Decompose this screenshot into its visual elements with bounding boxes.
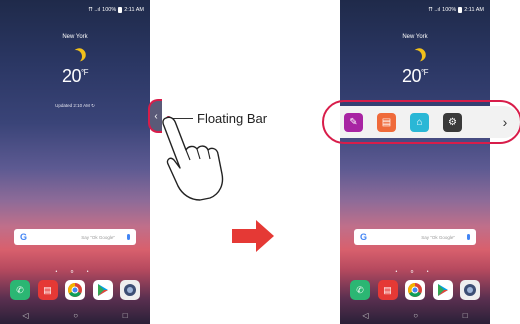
- floating-bar-highlight: [322, 100, 520, 144]
- weather-city: New York: [402, 34, 428, 40]
- moon-icon: [408, 49, 423, 64]
- camera-icon[interactable]: [120, 280, 140, 300]
- status-bar: ⇈ ..ıl 100% 2:11 AM: [88, 6, 144, 14]
- chrome-icon[interactable]: [65, 280, 85, 300]
- recents-button[interactable]: □: [463, 311, 468, 320]
- clock: 2:11 AM: [124, 7, 144, 13]
- weather-temperature[interactable]: 20°F: [340, 66, 490, 87]
- phone-screen-after: ⇈ ..ıl 100% 2:11 AM New York 20°F G Say …: [340, 0, 490, 324]
- home-button[interactable]: ○: [413, 311, 418, 320]
- camera-icon[interactable]: [460, 280, 480, 300]
- nav-bar: ◁ ○ □: [0, 307, 150, 324]
- app-dock: ✆ ▤: [350, 280, 480, 300]
- google-icon: G: [20, 232, 28, 242]
- chrome-icon[interactable]: [405, 280, 425, 300]
- google-search-bar[interactable]: G Say "Ok Google": [354, 229, 476, 245]
- moon-icon: [68, 49, 83, 64]
- phone-screen-before: ⇈ ..ıl 100% 2:11 AM New York 20°F Update…: [0, 0, 150, 324]
- weather-temperature[interactable]: 20°F: [0, 66, 150, 87]
- battery-level: 100%: [442, 7, 457, 13]
- back-button[interactable]: ◁: [362, 311, 368, 320]
- phone-icon[interactable]: ✆: [10, 280, 30, 300]
- phone-icon[interactable]: ✆: [350, 280, 370, 300]
- status-bar: ⇈ ..ıl 100% 2:11 AM: [428, 6, 484, 14]
- swipe-hand-icon: [162, 116, 224, 201]
- battery-icon: [118, 7, 123, 13]
- messages-icon[interactable]: ▤: [377, 280, 398, 300]
- weather-city: New York: [62, 34, 88, 40]
- transition-arrow-icon: [232, 220, 274, 252]
- app-dock: ✆ ▤: [10, 280, 140, 300]
- play-store-icon[interactable]: [92, 280, 113, 300]
- signal-indicator: ⇈ ..ıl: [428, 7, 441, 13]
- page-indicator: • o •: [395, 269, 435, 275]
- recents-button[interactable]: □: [123, 311, 128, 320]
- mic-icon[interactable]: [127, 234, 130, 240]
- weather-updated[interactable]: Updated 2:10 AM ↻: [0, 103, 150, 109]
- google-icon: G: [360, 232, 368, 242]
- nav-bar: ◁ ○ □: [340, 307, 490, 324]
- battery-level: 100%: [102, 7, 117, 13]
- signal-indicator: ⇈ ..ıl: [88, 7, 101, 13]
- search-placeholder: Say "Ok Google": [421, 234, 455, 240]
- clock: 2:11 AM: [464, 7, 484, 13]
- battery-icon: [458, 7, 463, 13]
- back-button[interactable]: ◁: [22, 311, 28, 320]
- google-search-bar[interactable]: G Say "Ok Google": [14, 229, 136, 245]
- home-button[interactable]: ○: [73, 311, 78, 320]
- messages-icon[interactable]: ▤: [37, 280, 58, 300]
- mic-icon[interactable]: [467, 234, 470, 240]
- page-indicator: • o •: [55, 269, 95, 275]
- play-store-icon[interactable]: [432, 280, 453, 300]
- search-placeholder: Say "Ok Google": [81, 234, 115, 240]
